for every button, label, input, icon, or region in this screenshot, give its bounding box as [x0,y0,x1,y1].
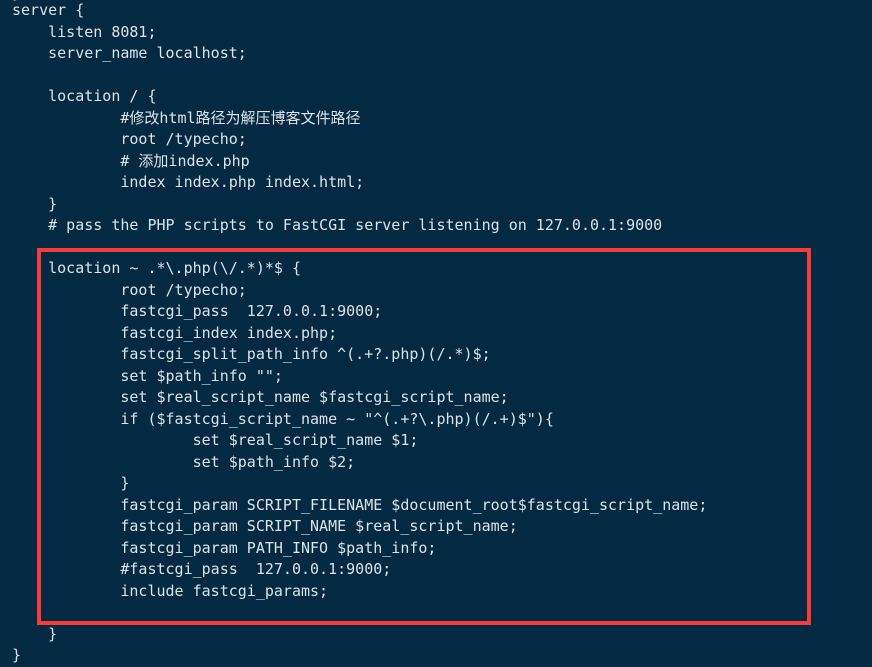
code-line: fastcgi_param PATH_INFO $path_info; [12,538,437,557]
code-line: fastcgi_index index.php; [12,323,338,342]
code-line: #fastcgi_pass 127.0.0.1:9000; [12,560,392,578]
code-line: root /typecho; [12,280,247,299]
code-line: set $real_script_name $fastcgi_script_na… [12,388,509,406]
code-line: server_name localhost; [12,44,247,62]
code-line: #修改html路径为解压博客文件路径 [12,108,361,127]
code-line: index index.php index.html; [12,173,365,191]
code-line: set $real_script_name $1; [12,431,419,449]
code-line: listen 8081; [12,22,157,41]
code-line: fastcgi_param SCRIPT_FILENAME $document_… [12,495,708,514]
code-line: location / { [12,87,157,105]
code-line: fastcgi_split_path_info ^(.+?.php)(/.*)$… [12,345,491,363]
code-line: if ($fastcgi_script_name ~ "^(.+?\.php)(… [12,409,554,428]
code-line: } [12,474,130,492]
code-line: # pass the PHP scripts to FastCGI server… [12,216,663,234]
code-line: include fastcgi_params; [12,581,329,600]
code-line: location ~ .*\.php(\/.*)*$ { [12,259,301,277]
code-line: # 添加index.php [12,151,250,170]
code-editor-screen: } server { listen 8081; server_name loca… [0,0,872,664]
code-line: fastcgi_param SCRIPT_NAME $real_script_n… [12,517,518,535]
code-line: } [12,194,58,213]
nginx-config-code[interactable]: server { listen 8081; server_name localh… [0,0,872,667]
code-line: server { [12,1,85,19]
code-line: } [12,646,22,664]
code-line: set $path_info $2; [12,452,356,471]
code-line: fastcgi_pass 127.0.0.1:9000; [12,302,383,320]
code-line: set $path_info ""; [12,366,283,385]
code-line: } [12,624,58,643]
code-line: root /typecho; [12,130,247,148]
